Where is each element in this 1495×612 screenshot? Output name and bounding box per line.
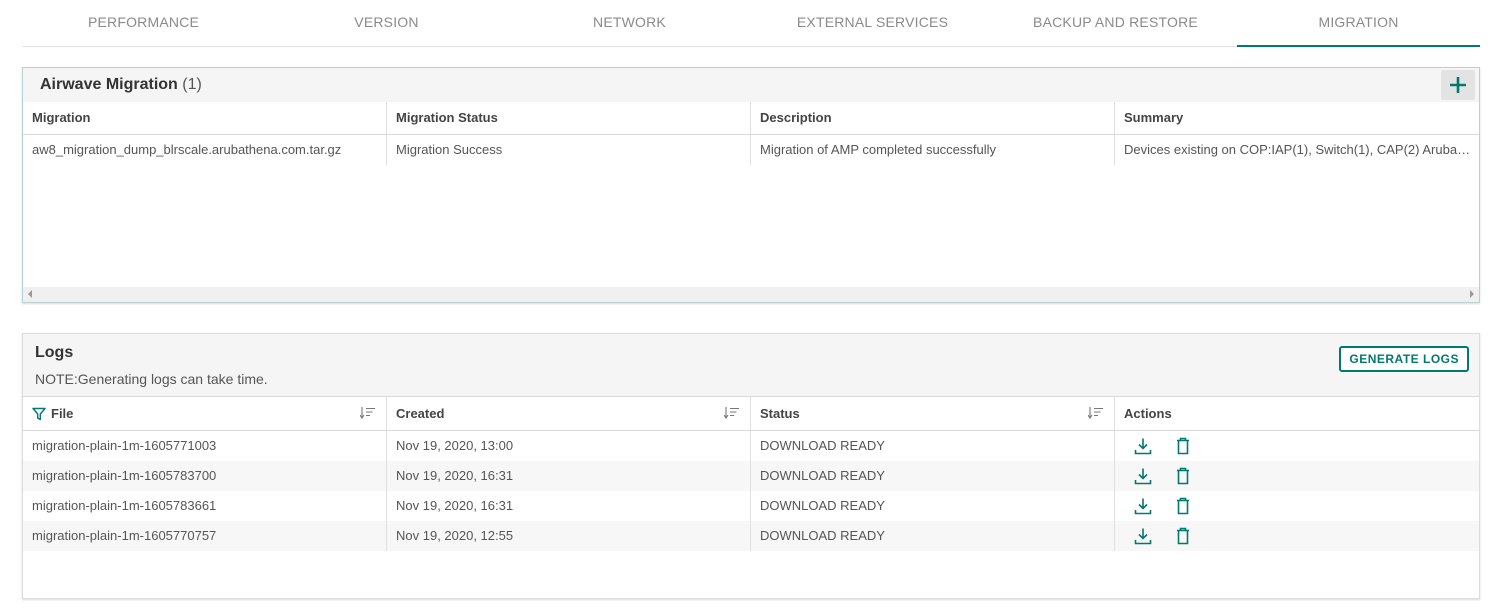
migration-description-cell: Migration of AMP completed successfully: [751, 135, 1115, 165]
log-file-cell: migration-plain-1m-1605770757: [23, 521, 387, 551]
download-icon: [1134, 468, 1152, 485]
log-actions-cell: [1115, 431, 1479, 461]
table-row[interactable]: migration-plain-1m-1605783700 Nov 19, 20…: [23, 461, 1479, 491]
tab-performance[interactable]: PERFORMANCE: [22, 0, 265, 46]
generate-logs-button[interactable]: GENERATE LOGS: [1339, 346, 1469, 372]
column-header-file[interactable]: File: [23, 397, 387, 430]
log-file-cell: migration-plain-1m-1605783700: [23, 461, 387, 491]
log-created-cell: Nov 19, 2020, 16:31: [387, 491, 751, 521]
download-icon: [1134, 438, 1152, 455]
add-migration-button[interactable]: [1441, 70, 1475, 100]
sort-icon[interactable]: [360, 407, 376, 419]
trash-icon: [1177, 497, 1189, 515]
log-status-cell: DOWNLOAD READY: [751, 491, 1115, 521]
table-row[interactable]: migration-plain-1m-1605783661 Nov 19, 20…: [23, 491, 1479, 521]
log-created-cell: Nov 19, 2020, 13:00: [387, 431, 751, 461]
log-status-cell: DOWNLOAD READY: [751, 521, 1115, 551]
plus-icon: [1450, 77, 1466, 93]
migration-title-text: Airwave Migration: [40, 76, 178, 93]
scroll-left-icon[interactable]: [28, 290, 32, 298]
download-button[interactable]: [1133, 436, 1153, 456]
column-header-status[interactable]: Status: [751, 397, 1115, 430]
delete-button[interactable]: [1173, 496, 1193, 516]
logs-panel-header: Logs NOTE:Generating logs can take time.…: [23, 334, 1479, 397]
scroll-right-icon[interactable]: [1470, 290, 1474, 298]
logs-title: Logs: [35, 344, 74, 361]
download-button[interactable]: [1133, 496, 1153, 516]
download-icon: [1134, 528, 1152, 545]
status-header-label: Status: [760, 406, 800, 421]
migration-panel-header: Airwave Migration (1): [23, 68, 1479, 102]
table-row[interactable]: aw8_migration_dump_blrscale.arubathena.c…: [23, 135, 1479, 165]
tab-bar: PERFORMANCE VERSION NETWORK EXTERNAL SER…: [22, 0, 1480, 47]
delete-button[interactable]: [1173, 526, 1193, 546]
tab-network[interactable]: NETWORK: [508, 0, 751, 46]
sort-icon[interactable]: [1088, 407, 1104, 419]
trash-icon: [1177, 467, 1189, 485]
delete-button[interactable]: [1173, 436, 1193, 456]
migration-panel-title: Airwave Migration (1): [40, 76, 202, 94]
download-icon: [1134, 498, 1152, 515]
tab-backup-and-restore[interactable]: BACKUP AND RESTORE: [994, 0, 1237, 46]
migration-grid-header: Migration Migration Status Description S…: [23, 102, 1479, 135]
column-header-summary[interactable]: Summary: [1115, 102, 1479, 134]
log-file-cell: migration-plain-1m-1605783661: [23, 491, 387, 521]
filter-icon[interactable]: [32, 407, 46, 421]
migration-count: (1): [182, 76, 202, 93]
logs-grid-header: File Created Status Actions: [23, 397, 1479, 431]
migration-status-cell: Migration Success: [387, 135, 751, 165]
migration-summary-cell: Devices existing on COP:IAP(1), Switch(1…: [1124, 142, 1479, 157]
column-header-migration-status[interactable]: Migration Status: [387, 102, 751, 134]
migration-file-cell: aw8_migration_dump_blrscale.arubathena.c…: [23, 135, 387, 165]
log-file-cell: migration-plain-1m-1605771003: [23, 431, 387, 461]
log-created-cell: Nov 19, 2020, 16:31: [387, 461, 751, 491]
download-button[interactable]: [1133, 526, 1153, 546]
column-header-migration[interactable]: Migration: [23, 102, 387, 134]
horizontal-scrollbar[interactable]: [23, 287, 1479, 302]
logs-note: NOTE:Generating logs can take time.: [35, 371, 268, 387]
created-header-label: Created: [396, 406, 445, 421]
column-header-description[interactable]: Description: [751, 102, 1115, 134]
log-created-cell: Nov 19, 2020, 12:55: [387, 521, 751, 551]
column-header-created[interactable]: Created: [387, 397, 751, 430]
table-row[interactable]: migration-plain-1m-1605770757 Nov 19, 20…: [23, 521, 1479, 551]
log-status-cell: DOWNLOAD READY: [751, 431, 1115, 461]
log-status-cell: DOWNLOAD READY: [751, 461, 1115, 491]
delete-button[interactable]: [1173, 466, 1193, 486]
sort-icon[interactable]: [724, 407, 740, 419]
download-button[interactable]: [1133, 466, 1153, 486]
log-actions-cell: [1115, 491, 1479, 521]
file-header-label: File: [51, 406, 74, 421]
trash-icon: [1177, 527, 1189, 545]
column-header-actions: Actions: [1115, 397, 1479, 430]
trash-icon: [1177, 437, 1189, 455]
logs-rows: migration-plain-1m-1605771003 Nov 19, 20…: [23, 431, 1479, 551]
table-row[interactable]: migration-plain-1m-1605771003 Nov 19, 20…: [23, 431, 1479, 461]
actions-header-label: Actions: [1124, 406, 1172, 421]
log-actions-cell: [1115, 521, 1479, 551]
tab-external-services[interactable]: EXTERNAL SERVICES: [751, 0, 994, 46]
tab-version[interactable]: VERSION: [265, 0, 508, 46]
logs-panel: Logs NOTE:Generating logs can take time.…: [22, 333, 1480, 599]
log-actions-cell: [1115, 461, 1479, 491]
airwave-migration-panel: Airwave Migration (1) Migration Migratio…: [22, 67, 1480, 303]
tab-migration[interactable]: MIGRATION: [1237, 0, 1480, 47]
